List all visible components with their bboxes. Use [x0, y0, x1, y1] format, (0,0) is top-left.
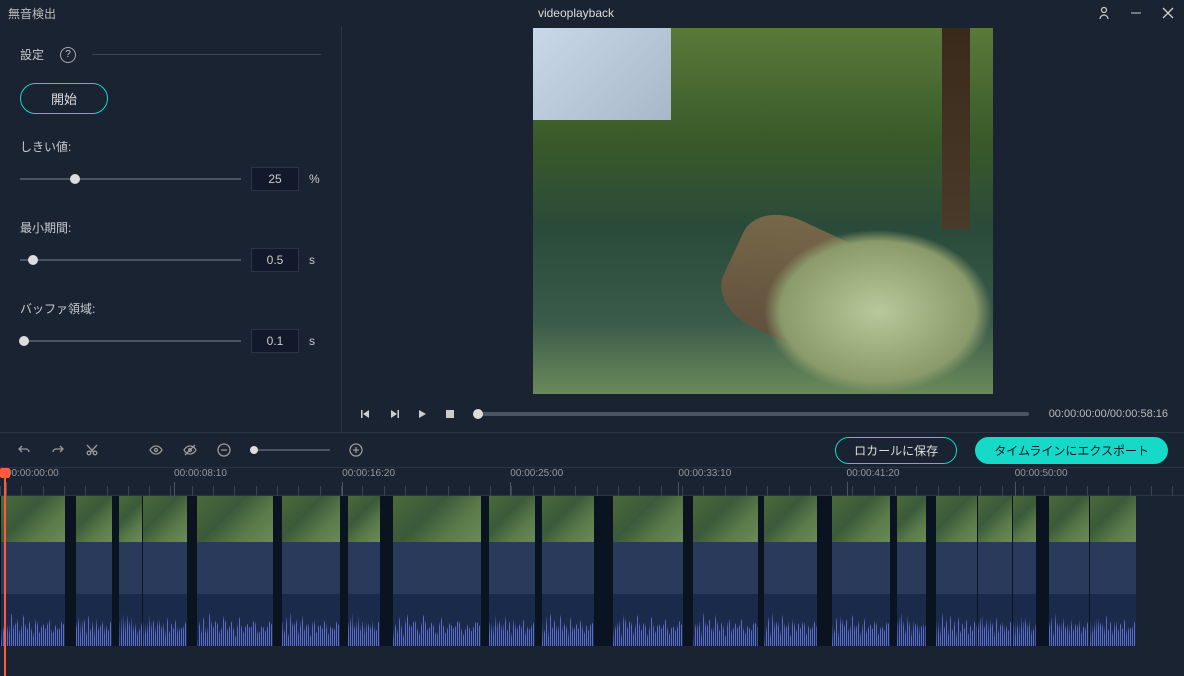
zoom-slider[interactable] [250, 449, 330, 451]
clip[interactable] [935, 496, 976, 646]
min-duration-value[interactable] [251, 248, 299, 272]
start-button[interactable]: 開始 [20, 83, 108, 114]
clip[interactable] [347, 496, 380, 646]
ruler-tick: 00:00:50:00 [1015, 468, 1068, 479]
video-track[interactable] [0, 496, 1184, 646]
clip[interactable] [763, 496, 816, 646]
ruler-tick: 00:00:33:10 [678, 468, 731, 479]
clip[interactable] [1089, 496, 1136, 646]
timeline-toolbar: ロカールに保存 タイムラインにエクスポート [0, 432, 1184, 468]
save-local-button[interactable]: ロカールに保存 [835, 437, 957, 464]
eye-off-icon[interactable] [182, 442, 198, 458]
clip-gap [683, 496, 692, 646]
buffer-value[interactable] [251, 329, 299, 353]
stop-icon[interactable] [442, 406, 458, 422]
progress-bar[interactable] [478, 412, 1029, 416]
clip[interactable] [281, 496, 340, 646]
clip[interactable] [831, 496, 890, 646]
threshold-slider[interactable] [20, 169, 241, 189]
clip[interactable] [977, 496, 1013, 646]
zoom-out-icon[interactable] [216, 442, 232, 458]
param-min-duration: 最小期間: s [20, 219, 321, 272]
clip-gap [273, 496, 280, 646]
clip[interactable] [896, 496, 926, 646]
ruler-tick: 00:00:00:00 [6, 468, 59, 479]
clip[interactable] [118, 496, 142, 646]
video-preview [533, 28, 993, 394]
ruler-tick: 00:00:41:20 [847, 468, 900, 479]
clip[interactable] [0, 496, 65, 646]
min-duration-unit: s [309, 253, 321, 267]
clip[interactable] [541, 496, 594, 646]
clip-gap [926, 496, 935, 646]
titlebar: 無音検出 videoplayback [0, 0, 1184, 26]
clip[interactable] [75, 496, 113, 646]
clip[interactable] [488, 496, 535, 646]
app-title: 無音検出 [8, 5, 56, 22]
clip[interactable] [1048, 496, 1089, 646]
clip-gap [340, 496, 347, 646]
min-duration-slider[interactable] [20, 250, 241, 270]
clip-gap [65, 496, 74, 646]
undo-icon[interactable] [16, 442, 32, 458]
prev-frame-icon[interactable] [358, 406, 374, 422]
settings-panel: 設定 ? 開始 しきい値: % 最小期間: s [0, 26, 342, 432]
ruler-tick: 00:00:16:20 [342, 468, 395, 479]
help-icon[interactable]: ? [60, 47, 76, 63]
close-icon[interactable] [1160, 5, 1176, 21]
timeline-ruler[interactable]: 00:00:00:00 00:00:08:10 00:00:16:20 00:00:2… [0, 468, 1184, 496]
clip-gap [594, 496, 612, 646]
min-duration-label: 最小期間: [20, 219, 321, 236]
next-frame-icon[interactable] [386, 406, 402, 422]
clip-gap [1036, 496, 1048, 646]
clip[interactable] [142, 496, 187, 646]
cut-icon[interactable] [84, 442, 100, 458]
clip[interactable] [392, 496, 481, 646]
clip[interactable] [612, 496, 683, 646]
clip-gap [817, 496, 831, 646]
clip[interactable] [692, 496, 757, 646]
eye-icon[interactable] [148, 442, 164, 458]
playhead[interactable] [4, 468, 6, 676]
clip-gap [481, 496, 488, 646]
document-title: videoplayback [56, 6, 1096, 20]
timecode: 00:00:00:00/00:00:58:16 [1049, 408, 1168, 420]
play-icon[interactable] [414, 406, 430, 422]
divider [92, 54, 321, 55]
settings-label: 設定 [20, 46, 44, 63]
clip[interactable] [1012, 496, 1036, 646]
param-threshold: しきい値: % [20, 138, 321, 191]
buffer-label: バッファ領域: [20, 300, 321, 317]
clip-gap [380, 496, 392, 646]
threshold-unit: % [309, 172, 321, 186]
clip[interactable] [196, 496, 273, 646]
buffer-unit: s [309, 334, 321, 348]
user-icon[interactable] [1096, 5, 1112, 21]
zoom-in-icon[interactable] [348, 442, 364, 458]
minimize-icon[interactable] [1128, 5, 1144, 21]
export-timeline-button[interactable]: タイムラインにエクスポート [975, 437, 1168, 464]
ruler-tick: 00:00:08:10 [174, 468, 227, 479]
preview-pane: 00:00:00:00/00:00:58:16 [342, 26, 1184, 432]
param-buffer: バッファ領域: s [20, 300, 321, 353]
clip-gap [187, 496, 196, 646]
threshold-value[interactable] [251, 167, 299, 191]
timeline: 00:00:00:00 00:00:08:10 00:00:16:20 00:00:2… [0, 468, 1184, 676]
buffer-slider[interactable] [20, 331, 241, 351]
ruler-tick: 00:00:25:00 [510, 468, 563, 479]
threshold-label: しきい値: [20, 138, 321, 155]
redo-icon[interactable] [50, 442, 66, 458]
